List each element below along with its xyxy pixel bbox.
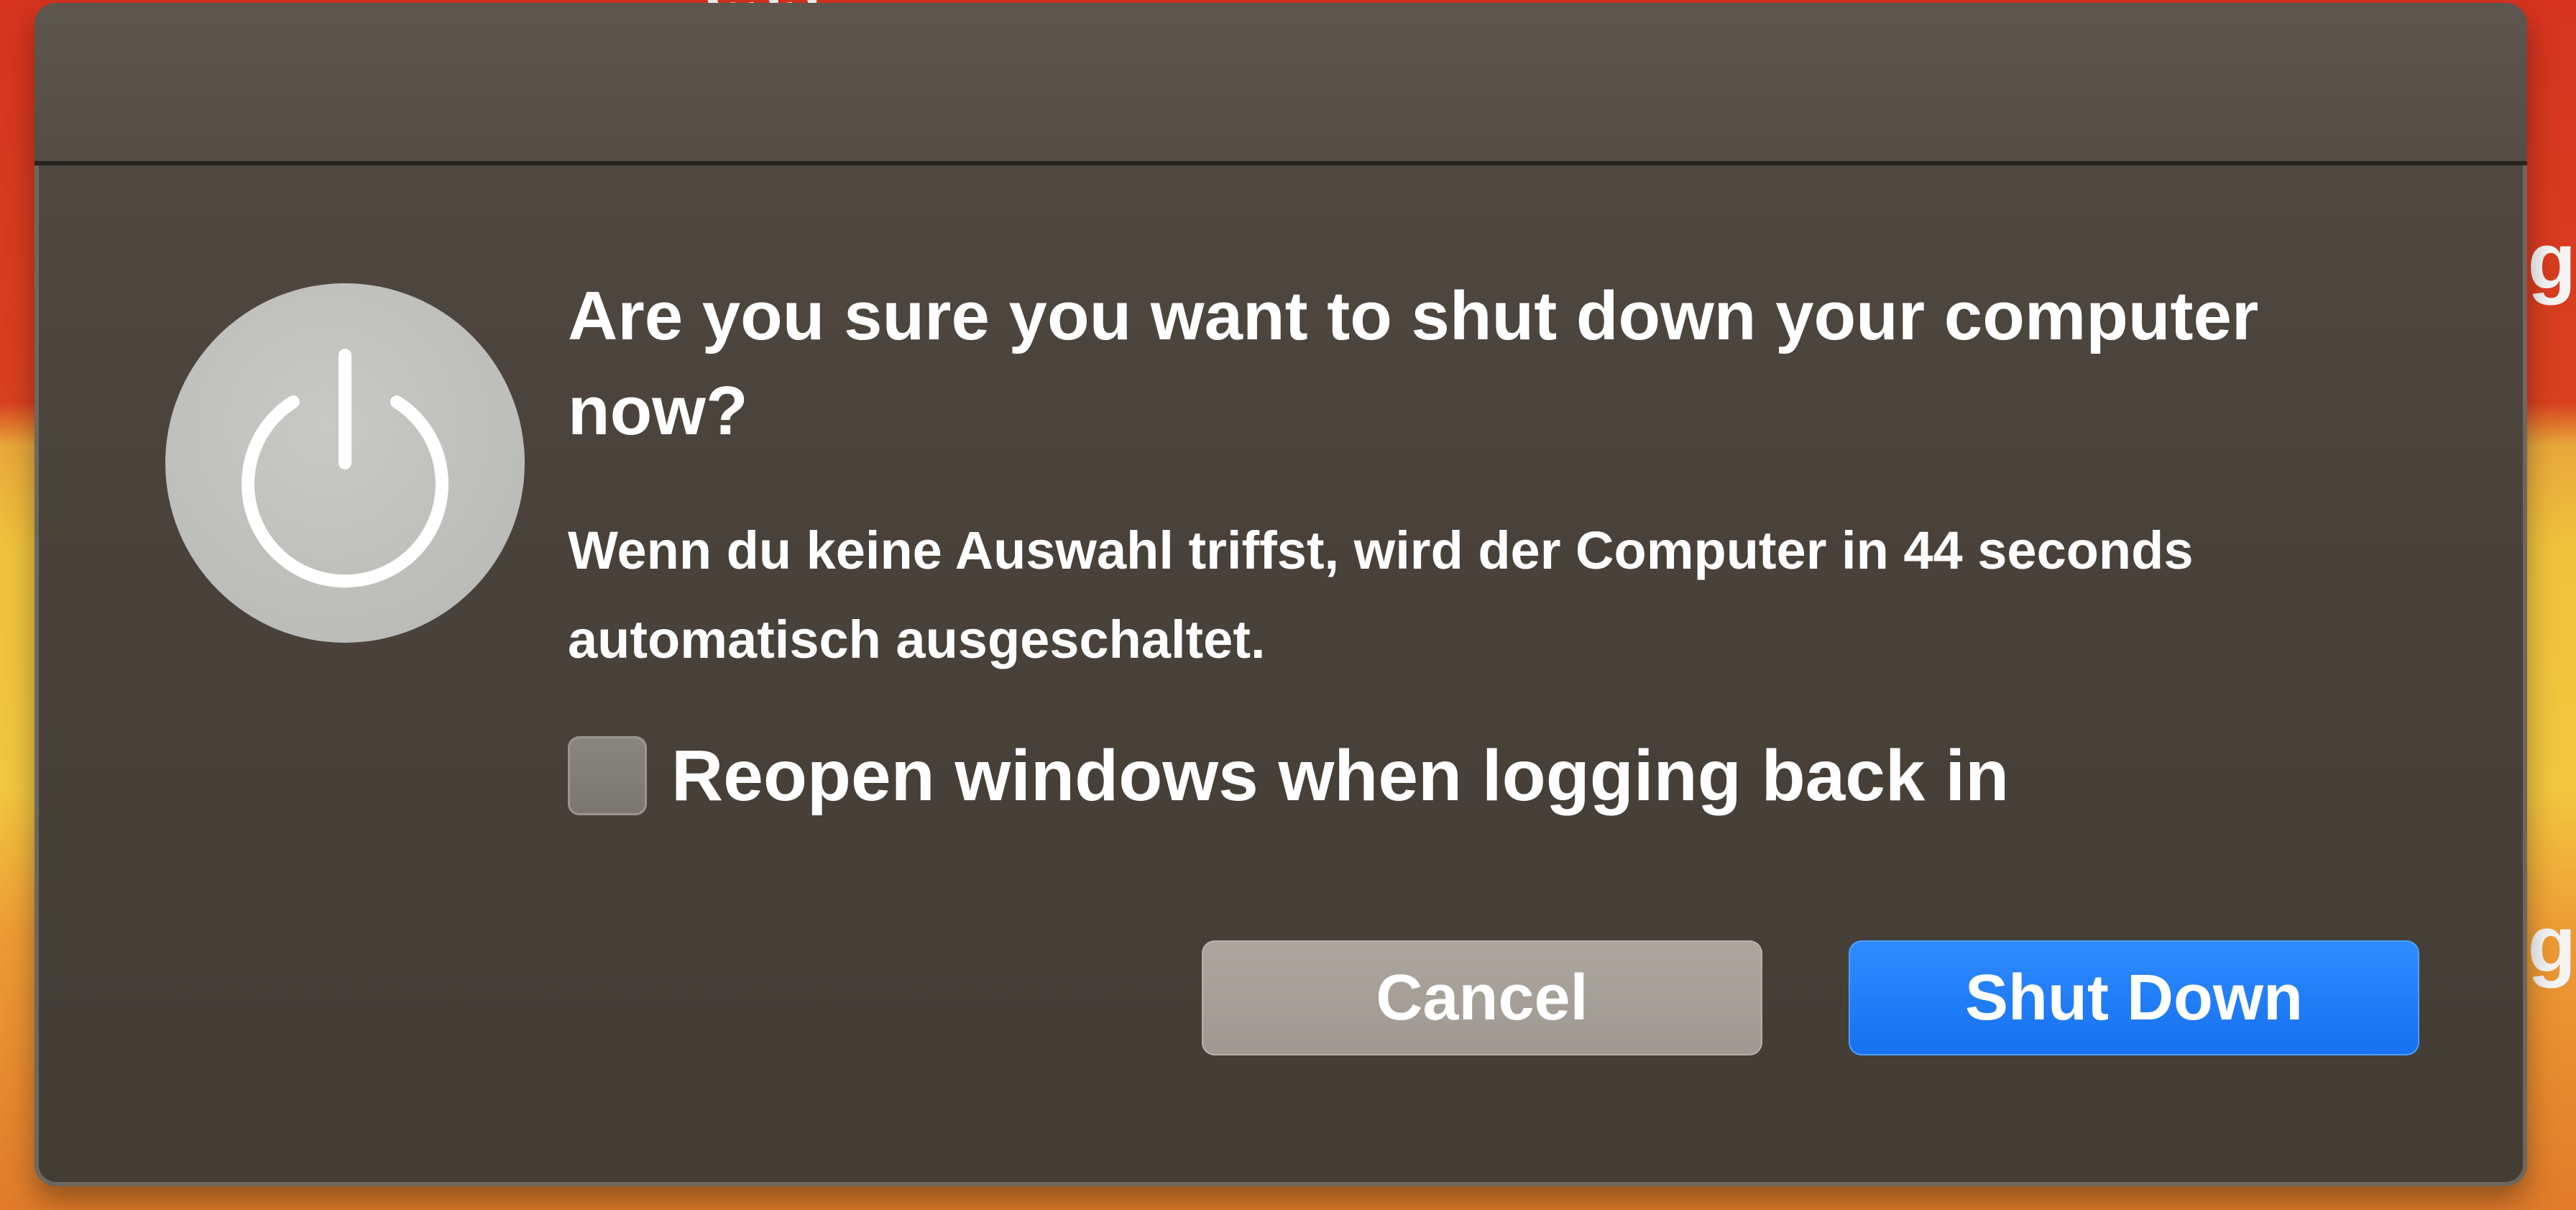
power-icon (165, 283, 525, 643)
dialog-message: Wenn du keine Auswahl triffst, wird der … (568, 521, 2194, 669)
dialog-titlebar[interactable] (34, 3, 2527, 165)
cancel-button[interactable]: Cancel (1202, 940, 1762, 1055)
reopen-windows-checkbox[interactable] (568, 736, 647, 815)
dialog-title: Are you sure you want to shut down your … (568, 278, 2259, 449)
reopen-windows-option[interactable]: Reopen windows when logging back in (568, 729, 2009, 822)
shut-down-button[interactable]: Shut Down (1849, 940, 2419, 1055)
background-text-fragment: g (2527, 217, 2576, 306)
shutdown-dialog: Are you sure you want to shut down your … (34, 3, 2527, 1186)
reopen-windows-label[interactable]: Reopen windows when logging back in (671, 735, 2009, 817)
background-text-fragment: g (2527, 900, 2576, 989)
